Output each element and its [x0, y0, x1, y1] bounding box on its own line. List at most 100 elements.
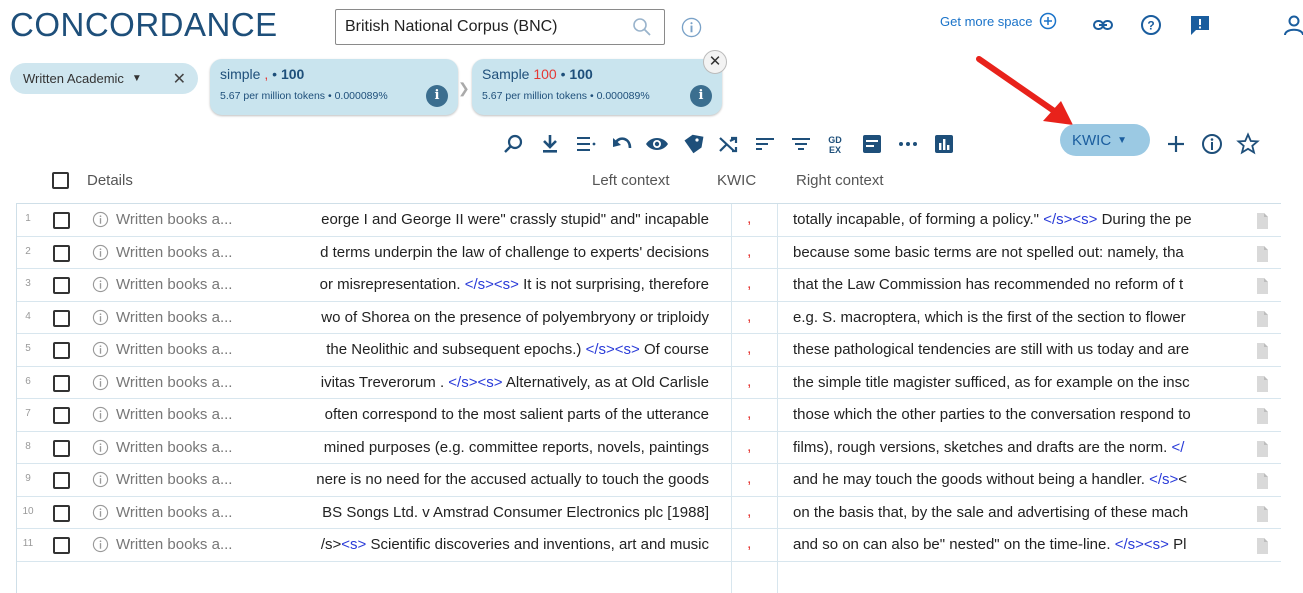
row-checkbox[interactable]: [53, 244, 70, 262]
row-checkbox[interactable]: [53, 309, 70, 327]
plus-icon[interactable]: [1164, 132, 1188, 156]
corpus-selector[interactable]: British National Corpus (BNC): [335, 9, 665, 45]
table-row[interactable]: 1 Written books a... eorge I and George …: [17, 204, 1281, 237]
row-kwic[interactable]: ,: [747, 243, 751, 261]
row-checkbox[interactable]: [53, 407, 70, 424]
document-icon[interactable]: [860, 132, 884, 156]
shuffle-icon[interactable]: [717, 132, 741, 156]
tag-icon[interactable]: [681, 132, 705, 156]
document-icon[interactable]: [1252, 406, 1272, 426]
search-again-icon[interactable]: [502, 132, 526, 156]
document-icon[interactable]: [1252, 439, 1272, 459]
get-more-space-link[interactable]: Get more space: [940, 12, 1057, 30]
info-icon[interactable]: [92, 406, 109, 423]
row-source[interactable]: Written books a...: [116, 309, 256, 326]
more-icon[interactable]: [896, 132, 920, 156]
row-source[interactable]: Written books a...: [116, 439, 256, 456]
info-icon[interactable]: [92, 244, 109, 261]
sort-icon[interactable]: [753, 132, 777, 156]
row-source[interactable]: Written books a...: [116, 276, 256, 293]
row-kwic[interactable]: ,: [747, 405, 751, 423]
row-checkbox[interactable]: [53, 504, 70, 522]
chart-icon[interactable]: [932, 132, 956, 156]
list-view-icon[interactable]: [574, 132, 598, 156]
row-kwic[interactable]: ,: [747, 535, 751, 553]
chevron-down-icon[interactable]: ▼: [132, 73, 142, 84]
table-row[interactable]: 11 Written books a... /s><s> Scientific …: [17, 529, 1281, 562]
row-checkbox[interactable]: [53, 374, 70, 392]
table-row[interactable]: 9 Written books a... nere is no need for…: [17, 464, 1281, 497]
close-icon[interactable]: ✕: [703, 50, 727, 74]
row-source[interactable]: Written books a...: [116, 536, 256, 553]
row-kwic[interactable]: ,: [747, 438, 751, 456]
document-icon[interactable]: [1252, 211, 1272, 231]
info-icon[interactable]: i: [426, 85, 448, 107]
table-row[interactable]: 7 Written books a... often correspond to…: [17, 399, 1281, 432]
document-icon[interactable]: [1252, 276, 1272, 296]
row-checkbox[interactable]: [53, 472, 70, 489]
query-step-card[interactable]: simple , • 100 5.67 per million tokens •…: [210, 59, 458, 115]
info-icon[interactable]: [92, 504, 109, 521]
document-icon[interactable]: [1252, 504, 1272, 524]
row-checkbox[interactable]: [53, 342, 70, 359]
info-icon[interactable]: [92, 536, 109, 553]
text-type-filter-chip[interactable]: Written Academic ▼ ✕: [10, 63, 198, 94]
search-icon[interactable]: [632, 17, 652, 37]
select-all-checkbox[interactable]: [52, 172, 69, 189]
document-icon[interactable]: [1252, 244, 1272, 264]
download-icon[interactable]: [538, 132, 562, 156]
table-row[interactable]: 6 Written books a... ivitas Treverorum .…: [17, 367, 1281, 399]
gdex-icon[interactable]: GDEX: [823, 132, 847, 156]
info-icon[interactable]: [92, 374, 109, 391]
info-icon[interactable]: i: [690, 85, 712, 107]
row-source[interactable]: Written books a...: [116, 471, 256, 488]
filter-icon[interactable]: [789, 132, 813, 156]
row-kwic[interactable]: ,: [747, 470, 751, 488]
close-icon[interactable]: ✕: [173, 69, 186, 89]
table-row[interactable]: 2 Written books a... d terms underpin th…: [17, 237, 1281, 269]
row-source[interactable]: Written books a...: [116, 244, 256, 261]
table-row[interactable]: 5 Written books a... the Neolithic and s…: [17, 334, 1281, 367]
row-checkbox[interactable]: [53, 537, 70, 554]
info-icon[interactable]: [92, 341, 109, 358]
info-icon[interactable]: [1200, 132, 1224, 156]
document-icon[interactable]: [1252, 374, 1272, 394]
table-row[interactable]: 10 Written books a... BS Songs Ltd. v Am…: [17, 497, 1281, 529]
link-icon[interactable]: [1092, 14, 1114, 36]
row-kwic[interactable]: ,: [747, 210, 751, 228]
help-icon[interactable]: ?: [1140, 14, 1162, 36]
document-icon[interactable]: [1252, 341, 1272, 361]
table-row[interactable]: 4 Written books a... wo of Shorea on the…: [17, 302, 1281, 334]
row-source[interactable]: Written books a...: [116, 406, 256, 423]
row-kwic[interactable]: ,: [747, 275, 751, 293]
info-icon[interactable]: [92, 309, 109, 326]
info-icon[interactable]: [92, 276, 109, 293]
document-icon[interactable]: [1252, 471, 1272, 491]
eye-icon[interactable]: [645, 132, 669, 156]
row-checkbox[interactable]: [53, 439, 70, 457]
info-icon[interactable]: [681, 17, 702, 38]
info-icon[interactable]: [92, 471, 109, 488]
document-icon[interactable]: [1252, 536, 1272, 556]
row-source[interactable]: Written books a...: [116, 211, 256, 228]
row-kwic[interactable]: ,: [747, 503, 751, 521]
row-kwic[interactable]: ,: [747, 373, 751, 391]
row-source[interactable]: Written books a...: [116, 374, 256, 391]
info-icon[interactable]: [92, 439, 109, 456]
info-icon[interactable]: [92, 211, 109, 228]
star-icon[interactable]: [1236, 132, 1260, 156]
row-checkbox[interactable]: [53, 277, 70, 294]
row-source[interactable]: Written books a...: [116, 341, 256, 358]
row-kwic[interactable]: ,: [747, 340, 751, 358]
document-icon[interactable]: [1252, 309, 1272, 329]
row-checkbox[interactable]: [53, 212, 70, 229]
row-kwic[interactable]: ,: [747, 308, 751, 326]
user-icon[interactable]: [1283, 14, 1303, 36]
undo-icon[interactable]: [610, 132, 634, 156]
kwic-view-dropdown[interactable]: KWIC ▼: [1060, 124, 1150, 156]
table-row[interactable]: 3 Written books a... or misrepresentatio…: [17, 269, 1281, 302]
table-row[interactable]: 8 Written books a... mined purposes (e.g…: [17, 432, 1281, 464]
feedback-icon[interactable]: [1189, 14, 1211, 36]
row-source[interactable]: Written books a...: [116, 504, 256, 521]
sample-step-card[interactable]: Sample 100 • 100 5.67 per million tokens…: [472, 59, 722, 115]
